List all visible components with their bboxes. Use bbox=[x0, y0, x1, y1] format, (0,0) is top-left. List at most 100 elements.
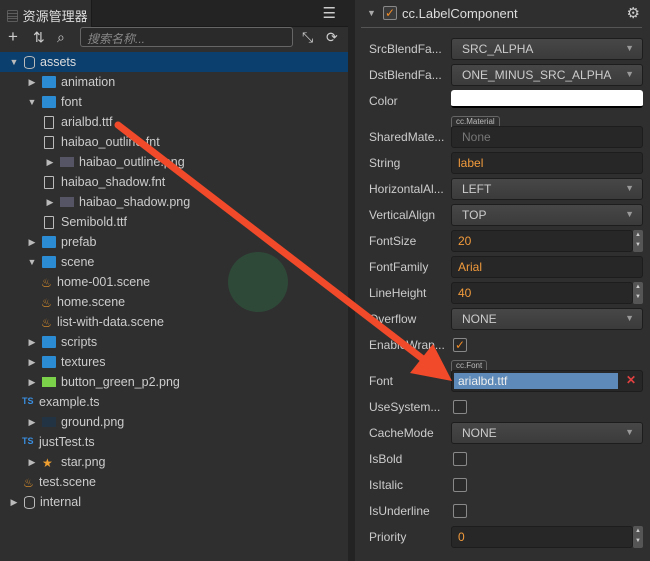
tree-item[interactable]: ♨ home-001.scene bbox=[0, 272, 348, 292]
tree-item[interactable]: ▶ animation bbox=[0, 72, 348, 92]
menu-icon[interactable]: ☰ bbox=[323, 4, 336, 22]
collapsed-arrow-icon[interactable]: ▶ bbox=[44, 197, 56, 208]
prop-color: Color bbox=[369, 90, 644, 112]
folder-icon bbox=[42, 336, 56, 348]
collapsed-arrow-icon[interactable]: ▶ bbox=[26, 377, 38, 388]
tree-item[interactable]: TS example.ts bbox=[0, 392, 348, 412]
folder-icon bbox=[42, 236, 56, 248]
tree-item[interactable]: ▶ textures bbox=[0, 352, 348, 372]
prop-label: IsBold bbox=[369, 452, 403, 466]
collapsed-arrow-icon[interactable]: ▶ bbox=[26, 77, 38, 88]
prop-label: Font bbox=[369, 374, 394, 388]
tree-item[interactable]: ♨ home.scene bbox=[0, 292, 348, 312]
line-height-input[interactable]: 40 bbox=[451, 282, 633, 304]
is-underline-checkbox[interactable] bbox=[453, 504, 467, 518]
prop-label: SharedMate... bbox=[369, 130, 445, 144]
file-icon bbox=[44, 175, 54, 189]
collapsed-arrow-icon[interactable]: ▶ bbox=[26, 337, 38, 348]
tree-item[interactable]: ♨ test.scene bbox=[0, 472, 348, 492]
collapsed-arrow-icon[interactable]: ▶ bbox=[26, 457, 38, 468]
add-icon[interactable]: + bbox=[8, 27, 18, 47]
h-align-select[interactable]: LEFT bbox=[451, 178, 643, 200]
collapsed-arrow-icon[interactable]: ▶ bbox=[26, 237, 38, 248]
collapse-icon[interactable]: ⤡ bbox=[302, 29, 313, 46]
tree-item[interactable]: ♨ list-with-data.scene bbox=[0, 312, 348, 332]
star-icon: ★ bbox=[42, 456, 53, 470]
prop-label: HorizontalAl... bbox=[369, 182, 444, 196]
sort-icon[interactable]: ⇅ bbox=[33, 29, 45, 46]
tree-item[interactable]: ▼ scene bbox=[0, 252, 348, 272]
tree-item[interactable]: haibao_shadow.fnt bbox=[0, 172, 348, 192]
use-system-font-checkbox[interactable] bbox=[453, 400, 467, 414]
tree-item[interactable]: ▶ ★ star.png bbox=[0, 452, 348, 472]
src-blend-select[interactable]: SRC_ALPHA bbox=[451, 38, 643, 60]
scene-icon: ♨ bbox=[41, 316, 52, 330]
material-asset-field[interactable]: None bbox=[451, 126, 643, 148]
prop-font-family: FontFamily Arial bbox=[369, 256, 644, 278]
collapsed-arrow-icon[interactable]: ▶ bbox=[8, 497, 20, 508]
clear-icon[interactable]: ✕ bbox=[626, 373, 636, 387]
collapsed-arrow-icon[interactable]: ▶ bbox=[26, 417, 38, 428]
tree-item-label: list-with-data.scene bbox=[57, 315, 164, 329]
tree-item-label: assets bbox=[40, 55, 77, 69]
prop-h-align: HorizontalAl... LEFT bbox=[369, 178, 644, 200]
panel-divider[interactable] bbox=[348, 0, 355, 561]
collapsed-arrow-icon[interactable]: ▶ bbox=[26, 357, 38, 368]
prop-label: Overflow bbox=[369, 312, 417, 326]
refresh-icon[interactable]: ⟳ bbox=[326, 29, 338, 46]
search-input[interactable]: 搜索名称... bbox=[80, 27, 293, 47]
is-italic-checkbox[interactable] bbox=[453, 478, 467, 492]
gear-icon[interactable]: ⚙ bbox=[627, 4, 640, 22]
tab-assets[interactable]: ▤ 资源管理器 bbox=[0, 0, 92, 28]
cache-mode-select[interactable]: NONE bbox=[451, 422, 643, 444]
scene-icon: ♨ bbox=[41, 276, 52, 290]
expanded-arrow-icon[interactable]: ▼ bbox=[26, 97, 38, 107]
stepper-icon[interactable]: ▲ ▼ bbox=[633, 230, 643, 252]
folder-icon bbox=[42, 76, 56, 88]
tree-item[interactable]: ▼ font bbox=[0, 92, 348, 112]
tree-item[interactable]: ▶ internal bbox=[0, 492, 348, 512]
dst-blend-select[interactable]: ONE_MINUS_SRC_ALPHA bbox=[451, 64, 643, 86]
tree-item[interactable]: ▶ haibao_shadow.png bbox=[0, 192, 348, 212]
expanded-arrow-icon[interactable]: ▼ bbox=[26, 257, 38, 267]
string-input[interactable]: label bbox=[451, 152, 643, 174]
prop-use-system-font: UseSystem... bbox=[369, 396, 644, 418]
font-family-input[interactable]: Arial bbox=[451, 256, 643, 278]
font-asset-field[interactable]: arialbd.ttf ✕ bbox=[451, 370, 643, 392]
image-icon bbox=[60, 157, 74, 167]
overflow-select[interactable]: NONE bbox=[451, 308, 643, 330]
tree-item[interactable]: ▶ haibao_outline.png bbox=[0, 152, 348, 172]
tree-item[interactable]: TS justTest.ts bbox=[0, 432, 348, 452]
tree-item-label: test.scene bbox=[39, 475, 96, 489]
tree-item[interactable]: ▼ assets bbox=[0, 52, 348, 72]
v-align-select[interactable]: TOP bbox=[451, 204, 643, 226]
collapsed-arrow-icon[interactable]: ▶ bbox=[44, 157, 56, 168]
priority-input[interactable]: 0 bbox=[451, 526, 633, 548]
prop-label: SrcBlendFa... bbox=[369, 42, 442, 56]
enable-wrap-checkbox[interactable]: ✓ bbox=[453, 338, 467, 352]
prop-label: Priority bbox=[369, 530, 407, 544]
stepper-icon[interactable]: ▲ ▼ bbox=[633, 526, 643, 548]
tree-item-label: scene bbox=[61, 255, 95, 269]
collapse-arrow-icon[interactable]: ▼ bbox=[367, 8, 376, 18]
tree-item[interactable]: haibao_outline.fnt bbox=[0, 132, 348, 152]
tree-item[interactable]: Semibold.ttf bbox=[0, 212, 348, 232]
expanded-arrow-icon[interactable]: ▼ bbox=[8, 57, 20, 67]
prop-label: CacheMode bbox=[369, 426, 434, 440]
color-picker[interactable] bbox=[451, 90, 643, 108]
tree-item[interactable]: ▶ prefab bbox=[0, 232, 348, 252]
file-icon bbox=[44, 215, 54, 229]
search-icon[interactable]: ⌕ bbox=[57, 29, 65, 46]
is-bold-checkbox[interactable] bbox=[453, 452, 467, 466]
component-enabled-checkbox[interactable]: ✓ bbox=[383, 6, 397, 20]
prop-label: String bbox=[369, 156, 401, 170]
prop-label: LineHeight bbox=[369, 286, 427, 300]
tree-item[interactable]: ▶ scripts bbox=[0, 332, 348, 352]
tree-item[interactable]: ▶ ground.png bbox=[0, 412, 348, 432]
font-size-input[interactable]: 20 bbox=[451, 230, 633, 252]
tree-item[interactable]: arialbd.ttf bbox=[0, 112, 348, 132]
prop-label: VerticalAlign bbox=[369, 208, 436, 222]
tree-item[interactable]: ▶ button_green_p2.png bbox=[0, 372, 348, 392]
component-header[interactable]: ▼ ✓ cc.LabelComponent ⚙ bbox=[361, 0, 642, 28]
stepper-icon[interactable]: ▲ ▼ bbox=[633, 282, 643, 304]
